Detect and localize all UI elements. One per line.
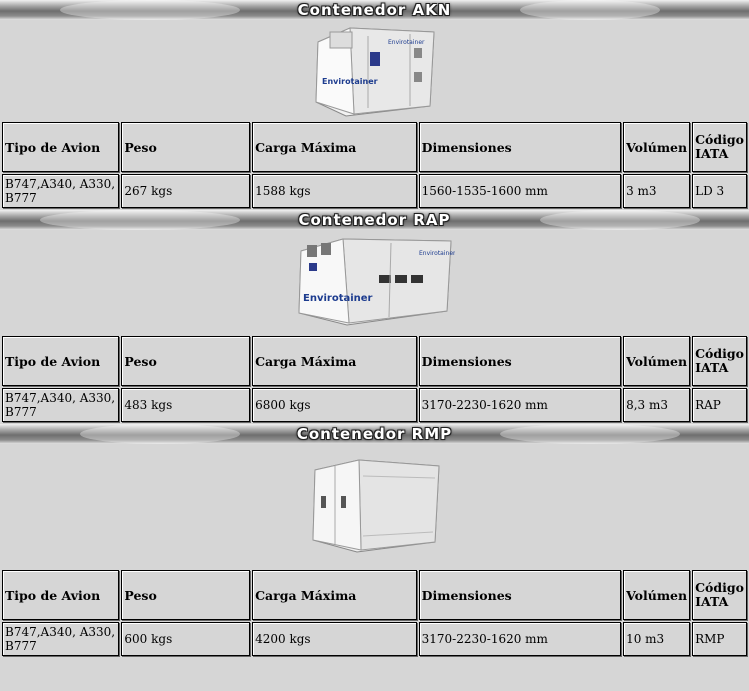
header-carga-maxima: Carga Máxima — [252, 336, 417, 386]
section-title: Contenedor RMP — [296, 425, 453, 443]
cell-codigo-iata: RMP — [692, 622, 747, 656]
cell-volumen: 3 m3 — [623, 174, 691, 208]
cell-codigo-iata: LD 3 — [692, 174, 747, 208]
table-header-row: Tipo de Avion Peso Carga Máxima Dimensio… — [2, 570, 747, 620]
spec-table-rap: Tipo de Avion Peso Carga Máxima Dimensio… — [0, 334, 749, 424]
header-codigo-iata: Código IATA — [692, 570, 747, 620]
svg-text:Envirotainer: Envirotainer — [419, 250, 455, 257]
section-title: Contenedor RAP — [298, 211, 451, 229]
header-volumen: Volúmen — [623, 570, 691, 620]
cell-volumen: 8,3 m3 — [623, 388, 691, 422]
cell-tipo-avion: B747,A340, A330, B777 — [2, 388, 120, 422]
header-volumen: Volúmen — [623, 122, 691, 172]
cell-peso: 267 kgs — [121, 174, 251, 208]
cell-tipo-avion: B747,A340, A330, B777 — [2, 622, 120, 656]
header-peso: Peso — [121, 122, 251, 172]
container-image-area — [0, 444, 749, 568]
header-codigo-iata: Código IATA — [692, 122, 747, 172]
section-banner-rap: Contenedor RAP — [0, 210, 749, 230]
header-dimensiones: Dimensiones — [418, 122, 622, 172]
cell-tipo-avion: B747,A340, A330, B777 — [2, 174, 120, 208]
cell-carga-maxima: 6800 kgs — [252, 388, 417, 422]
header-dimensiones: Dimensiones — [418, 336, 622, 386]
akn-container-image: Envirotainer Envirotainer — [314, 27, 435, 117]
section-banner-rmp: Contenedor RMP — [0, 424, 749, 444]
svg-text:Envirotainer: Envirotainer — [388, 39, 425, 46]
header-tipo-avion: Tipo de Avion — [2, 122, 120, 172]
table-row: B747,A340, A330, B777 267 kgs 1588 kgs 1… — [2, 174, 747, 208]
page: Contenedor AKN Envirotainer Envirotainer… — [0, 0, 749, 658]
table-header-row: Tipo de Avion Peso Carga Máxima Dimensio… — [2, 336, 747, 386]
header-carga-maxima: Carga Máxima — [252, 122, 417, 172]
table-row: B747,A340, A330, B777 483 kgs 6800 kgs 3… — [2, 388, 747, 422]
cell-peso: 483 kgs — [121, 388, 251, 422]
cell-codigo-iata: RAP — [692, 388, 747, 422]
table-row: B747,A340, A330, B777 600 kgs 4200 kgs 3… — [2, 622, 747, 656]
rmp-container-image — [311, 459, 440, 553]
cell-volumen: 10 m3 — [623, 622, 691, 656]
section-banner-akn: Contenedor AKN — [0, 0, 749, 20]
cell-peso: 600 kgs — [121, 622, 251, 656]
spec-table-akn: Tipo de Avion Peso Carga Máxima Dimensio… — [0, 120, 749, 210]
cell-dimensiones: 3170-2230-1620 mm — [418, 622, 622, 656]
cell-carga-maxima: 4200 kgs — [252, 622, 417, 656]
container-image-area: Envirotainer Envirotainer — [0, 230, 749, 334]
cell-carga-maxima: 1588 kgs — [252, 174, 417, 208]
header-codigo-iata: Código IATA — [692, 336, 747, 386]
cell-dimensiones: 3170-2230-1620 mm — [418, 388, 622, 422]
header-volumen: Volúmen — [623, 336, 691, 386]
header-peso: Peso — [121, 336, 251, 386]
header-carga-maxima: Carga Máxima — [252, 570, 417, 620]
container-image-area: Envirotainer Envirotainer — [0, 20, 749, 120]
section-title: Contenedor AKN — [297, 1, 452, 19]
envirotainer-logo-text: Envirotainer — [303, 293, 373, 304]
rap-container-image: Envirotainer Envirotainer — [297, 238, 455, 326]
header-tipo-avion: Tipo de Avion — [2, 570, 120, 620]
cell-dimensiones: 1560-1535-1600 mm — [418, 174, 622, 208]
header-peso: Peso — [121, 570, 251, 620]
envirotainer-logo-text: Envirotainer — [322, 77, 378, 86]
header-tipo-avion: Tipo de Avion — [2, 336, 120, 386]
spec-table-rmp: Tipo de Avion Peso Carga Máxima Dimensio… — [0, 568, 749, 658]
table-header-row: Tipo de Avion Peso Carga Máxima Dimensio… — [2, 122, 747, 172]
header-dimensiones: Dimensiones — [418, 570, 622, 620]
